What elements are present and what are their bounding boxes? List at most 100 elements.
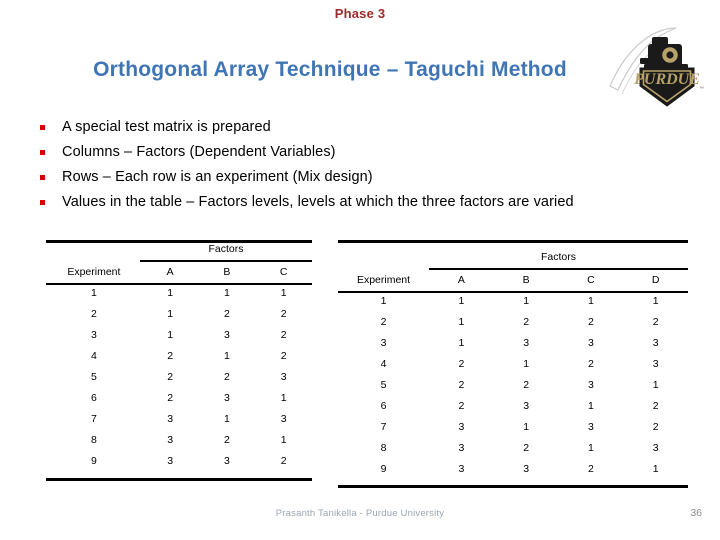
- cell-b: 2: [523, 316, 530, 328]
- cell-experiment: 8: [380, 442, 387, 454]
- table-row: 7 3 1 3: [46, 409, 312, 430]
- cell-c: 1: [587, 400, 594, 412]
- cell-a: 2: [167, 350, 174, 362]
- table-row: 3 1 3 2: [46, 325, 312, 346]
- cell-b: 1: [523, 421, 530, 433]
- table-grid: Experiment A B C D 1 1 1 1 1 2 1 2 2 2 3…: [338, 270, 688, 480]
- cell-experiment: 3: [90, 329, 97, 341]
- table-bottom-rule: [338, 485, 688, 488]
- cell-d: 3: [652, 337, 659, 349]
- slide-number: 36: [690, 507, 702, 519]
- cell-c: 2: [280, 329, 287, 341]
- table-row: 2 1 2 2: [46, 304, 312, 325]
- table-row: 6 2 3 1: [46, 388, 312, 409]
- table-header: Experiment A B C: [46, 262, 312, 283]
- table-header: Experiment A B C D: [338, 270, 688, 291]
- table-header-row: Experiment A B C D: [338, 270, 688, 291]
- column-header-b: B: [522, 274, 530, 286]
- cell-a: 2: [458, 400, 465, 412]
- table-row: 5 2 2 3 1: [338, 375, 688, 396]
- column-header-experiment: Experiment: [67, 266, 121, 278]
- cell-c: 2: [280, 308, 287, 320]
- table-row: 4 2 1 2: [46, 346, 312, 367]
- table-header-rule: [338, 291, 688, 293]
- cell-d: 3: [652, 358, 659, 370]
- cell-a: 1: [458, 337, 465, 349]
- cell-b: 2: [223, 434, 230, 446]
- cell-b: 3: [523, 400, 530, 412]
- cell-b: 1: [523, 295, 530, 307]
- cell-a: 3: [167, 413, 174, 425]
- table-row: 1 1 1 1 1: [338, 291, 688, 312]
- table-row: 7 3 1 3 2: [338, 417, 688, 438]
- cell-a: 2: [458, 358, 465, 370]
- phase-label: Phase 3: [334, 6, 386, 21]
- table-grid: Experiment A B C 1 1 1 1 2 1 2 2 3 1 3 2…: [46, 262, 312, 472]
- table-row: 3 1 3 3 3: [338, 333, 688, 354]
- list-item: Rows – Each row is an experiment (Mix de…: [32, 168, 692, 188]
- cell-b: 1: [223, 413, 230, 425]
- factors-group-header: Factors: [540, 251, 576, 263]
- column-header-c: C: [587, 274, 595, 286]
- cell-experiment: 7: [90, 413, 97, 425]
- cell-c: 1: [280, 434, 287, 446]
- cell-experiment: 2: [380, 316, 387, 328]
- cell-c: 2: [280, 350, 287, 362]
- slide-canvas: Phase 3 Orthogonal Array Technique – Tag…: [0, 0, 720, 540]
- column-header-experiment: Experiment: [356, 274, 411, 286]
- list-item: Values in the table – Factors levels, le…: [32, 193, 692, 213]
- cell-c: 1: [587, 442, 594, 454]
- cell-a: 3: [458, 442, 465, 454]
- cell-experiment: 9: [90, 455, 97, 467]
- cell-b: 1: [223, 350, 230, 362]
- cell-d: 2: [652, 400, 659, 412]
- cell-d: 2: [652, 316, 659, 328]
- cell-b: 2: [223, 308, 230, 320]
- cell-experiment: 2: [90, 308, 97, 320]
- cell-experiment: 4: [380, 358, 387, 370]
- square-bullet-icon: [32, 143, 62, 155]
- cell-experiment: 7: [380, 421, 387, 433]
- cell-experiment: 6: [380, 400, 387, 412]
- table-row: 2 1 2 2 2: [338, 312, 688, 333]
- cell-experiment: 8: [90, 434, 97, 446]
- table-row: 8 3 2 1: [46, 430, 312, 451]
- table-row: 5 2 2 3: [46, 367, 312, 388]
- table-row: 8 3 2 1 3: [338, 438, 688, 459]
- cell-c: 2: [280, 455, 287, 467]
- list-item-label: Columns – Factors (Dependent Variables): [62, 143, 336, 160]
- cell-experiment: 9: [380, 463, 387, 475]
- list-item-label: Values in the table – Factors levels, le…: [62, 193, 574, 210]
- table-bottom-rule: [46, 478, 312, 481]
- cell-a: 1: [458, 295, 465, 307]
- list-item: A special test matrix is prepared: [32, 118, 692, 138]
- cell-b: 2: [523, 442, 530, 454]
- cell-c: 3: [280, 413, 287, 425]
- cell-a: 3: [458, 421, 465, 433]
- column-header-a: A: [457, 274, 465, 286]
- cell-d: 1: [652, 379, 659, 391]
- cell-a: 3: [458, 463, 465, 475]
- slide-title: Orthogonal Array Technique – Taguchi Met…: [93, 58, 567, 81]
- cell-experiment: 4: [90, 350, 97, 362]
- cell-b: 3: [523, 463, 530, 475]
- column-header-d: D: [651, 274, 660, 286]
- cell-a: 1: [167, 308, 174, 320]
- cell-b: 3: [223, 329, 230, 341]
- cell-b: 3: [523, 337, 530, 349]
- footer-attribution: Prasanth Tanikella - Purdue University: [275, 508, 445, 519]
- cell-c: 1: [280, 392, 287, 404]
- cell-c: 3: [280, 371, 287, 383]
- cell-d: 1: [652, 295, 659, 307]
- cell-a: 2: [167, 392, 174, 404]
- table-header-row: Experiment A B C: [46, 262, 312, 283]
- cell-a: 1: [167, 287, 174, 299]
- table-body: 1 1 1 1 2 1 2 2 3 1 3 2 4 2 1 2 5 2 2 3 …: [46, 283, 312, 472]
- table-header-rule: [46, 283, 312, 285]
- cell-c: 3: [587, 421, 594, 433]
- cell-c: 3: [587, 379, 594, 391]
- cell-c: 1: [587, 295, 594, 307]
- cell-b: 2: [223, 371, 230, 383]
- cell-c: 3: [587, 337, 594, 349]
- cell-experiment: 1: [90, 287, 97, 299]
